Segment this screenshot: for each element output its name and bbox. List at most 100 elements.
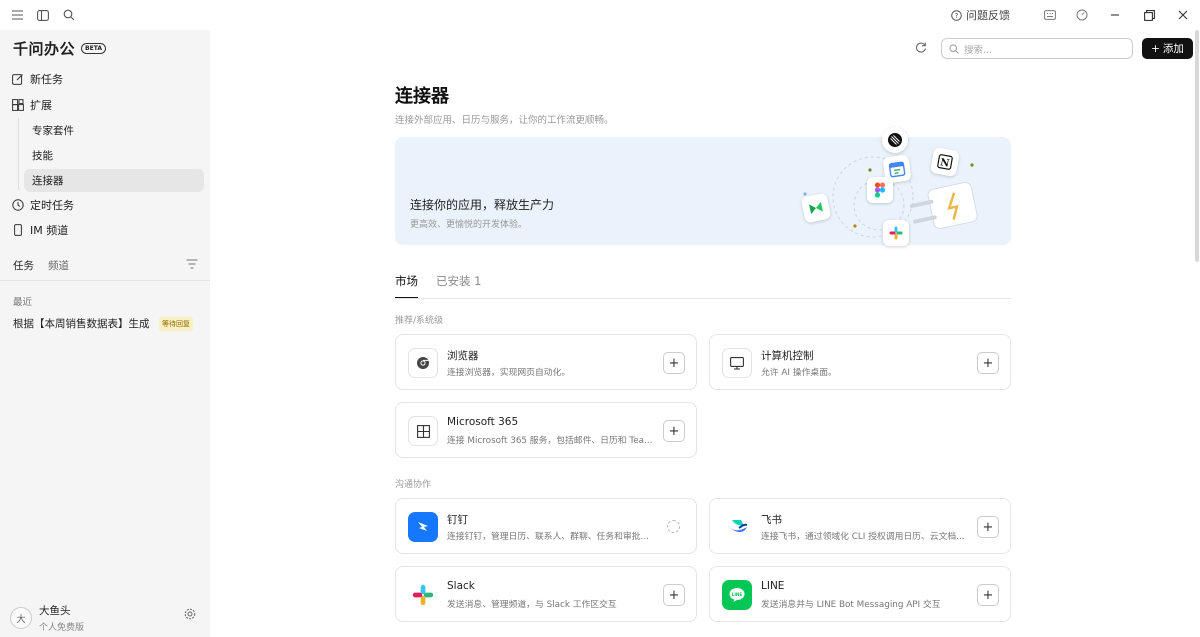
minimize-icon — [1111, 14, 1119, 16]
banner-illustration — [803, 156, 978, 238]
close-button[interactable] — [1166, 0, 1200, 30]
nav-scheduled[interactable]: 定时任务 — [12, 196, 74, 214]
nav-extend[interactable]: 扩展 — [12, 96, 52, 114]
card-name: 飞书 — [761, 514, 782, 526]
card-desc: 连接钉钉，管理日历、联系人、群聊、任务和审批... — [447, 532, 649, 542]
install-button[interactable]: + — [977, 516, 999, 538]
app-window: ? 问题反馈 千问办公 BETA 新任务 扩展 专家套件 技能 连接器 定时任务… — [0, 0, 1200, 637]
feishu-icon — [722, 512, 752, 542]
keyboard-button[interactable] — [1034, 0, 1066, 30]
speed-button[interactable] — [1066, 0, 1098, 30]
sidebar-item-connectors[interactable]: 连接器 — [24, 169, 204, 192]
search-input[interactable]: 搜索... — [941, 38, 1133, 59]
edit-icon — [12, 74, 23, 85]
connector-card-computer-control[interactable]: 计算机控制 允许 AI 操作桌面。 + — [709, 334, 1011, 390]
install-button[interactable]: + — [663, 420, 685, 442]
page-subtitle: 连接外部应用、日历与服务，让你的工作流更顺畅。 — [395, 115, 614, 126]
connector-card-browser[interactable]: 浏览器 连接浏览器，实现网页自动化。 + — [395, 334, 697, 390]
card-name: 计算机控制 — [761, 350, 814, 362]
sidebar-item-skills[interactable]: 技能 — [24, 144, 204, 167]
sub-nav-guide-line — [18, 118, 19, 190]
brand: 千问办公 BETA — [13, 38, 106, 59]
search-icon — [949, 43, 959, 54]
tab-channels[interactable]: 频道 — [48, 258, 69, 273]
card-name: Microsoft 365 — [447, 416, 519, 428]
code-app-icon — [800, 192, 832, 224]
tab-tasks[interactable]: 任务 — [13, 258, 34, 273]
install-button[interactable]: + — [977, 584, 999, 606]
tab-installed[interactable]: 已安装 1 — [436, 273, 481, 299]
phone-icon — [14, 224, 22, 236]
status-badge: 等待回复 — [159, 316, 193, 331]
add-button-label: 添加 — [1162, 43, 1184, 55]
sidebar-toggle-icon[interactable] — [36, 8, 50, 22]
nav-new-task-label: 新任务 — [30, 73, 63, 86]
card-desc: 连接 Microsoft 365 服务，包括邮件、日历和 Tea... — [447, 436, 653, 446]
card-name: 浏览器 — [447, 350, 479, 362]
title-bar: ? 问题反馈 — [0, 0, 1200, 30]
plus-icon: + — [1151, 42, 1160, 55]
beta-badge: BETA — [81, 43, 106, 54]
speed-icon — [1076, 9, 1088, 21]
svg-text:LINE: LINE — [732, 592, 743, 597]
filter-icon[interactable] — [186, 259, 198, 269]
connector-card-microsoft-365[interactable]: Microsoft 365 连接 Microsoft 365 服务，包括邮件、日… — [395, 402, 697, 458]
extension-icon — [12, 99, 24, 111]
close-icon — [1178, 10, 1188, 20]
scrollbar[interactable] — [1195, 30, 1199, 262]
search-icon[interactable] — [62, 8, 76, 22]
restore-button[interactable] — [1132, 0, 1166, 30]
line-icon: LINE — [722, 580, 752, 610]
connector-card-slack[interactable]: Slack 发送消息、管理频道，与 Slack 工作区交互 + — [395, 566, 697, 622]
section-collab: 沟通协作 — [395, 480, 432, 490]
loading-spinner-icon — [667, 520, 680, 533]
recent-task-title: 根据【本周销售数据表】生成 — [13, 318, 150, 330]
feedback-label: 问题反馈 — [966, 9, 1010, 22]
figma-app-icon — [867, 177, 893, 203]
connector-card-dingtalk[interactable]: 钉钉 连接钉钉，管理日历、联系人、群聊、任务和审批... — [395, 498, 697, 554]
page-title: 连接器 — [395, 86, 449, 107]
feedback-button[interactable]: ? 问题反馈 — [951, 7, 1010, 23]
section-recommended: 推荐/系统级 — [395, 316, 444, 326]
refresh-icon[interactable] — [915, 41, 927, 53]
user-plan: 个人免费版 — [39, 623, 85, 633]
clock-icon — [12, 199, 24, 211]
sidebar-tabs: 任务 频道 — [13, 258, 69, 273]
connector-card-feishu[interactable]: 飞书 连接飞书，通过领域化 CLI 授权调用日历、云文档... + — [709, 498, 1011, 554]
tab-installed-label: 已安装 — [436, 274, 471, 288]
card-desc: 发送消息并与 LINE Bot Messaging API 交互 — [761, 600, 941, 610]
sidebar-divider — [0, 280, 210, 281]
recent-task-item[interactable]: 根据【本周销售数据表】生成 等待回复 — [13, 316, 203, 331]
brand-name: 千问办公 — [13, 40, 76, 58]
feedback-icon: ? — [951, 9, 962, 21]
card-desc: 允许 AI 操作桌面。 — [761, 368, 837, 378]
svg-text:?: ? — [955, 12, 959, 20]
card-desc: 连接浏览器，实现网页自动化。 — [447, 368, 571, 378]
card-desc: 发送消息、管理频道，与 Slack 工作区交互 — [447, 600, 617, 610]
tab-installed-count: 1 — [474, 274, 482, 288]
minimize-button[interactable] — [1098, 0, 1132, 30]
sidebar-item-expert-kit[interactable]: 专家套件 — [24, 119, 204, 142]
chrome-icon — [408, 348, 438, 378]
recent-label: 最近 — [13, 297, 33, 308]
tab-market[interactable]: 市场 — [395, 273, 418, 299]
main-content: 搜索... + 添加 连接器 连接外部应用、日历与服务，让你的工作流更顺畅。 连… — [210, 30, 1200, 637]
search-placeholder: 搜索... — [964, 44, 993, 56]
gear-icon[interactable] — [184, 608, 196, 620]
connector-card-line[interactable]: LINE LINE 发送消息并与 LINE Bot Messaging API … — [709, 566, 1011, 622]
install-button[interactable]: + — [663, 352, 685, 374]
install-button[interactable]: + — [977, 352, 999, 374]
notion-app-icon: N — [929, 146, 961, 178]
connector-tabs: 市场 已安装 1 — [395, 273, 481, 299]
sidebar: 千问办公 BETA 新任务 扩展 专家套件 技能 连接器 定时任务 IM 频道 — [0, 30, 210, 637]
nav-im-channel-label: IM 频道 — [30, 224, 69, 237]
avatar: 大 — [10, 607, 32, 629]
add-button[interactable]: + 添加 — [1142, 38, 1193, 59]
user-profile[interactable]: 大 大鱼头 个人免费版 — [10, 603, 84, 633]
dingtalk-icon — [408, 512, 438, 542]
install-button[interactable]: + — [663, 584, 685, 606]
nav-im-channel[interactable]: IM 频道 — [12, 221, 68, 239]
sidebar-item-label: 专家套件 — [32, 125, 74, 137]
menu-icon[interactable] — [10, 8, 24, 22]
nav-new-task[interactable]: 新任务 — [12, 70, 63, 88]
